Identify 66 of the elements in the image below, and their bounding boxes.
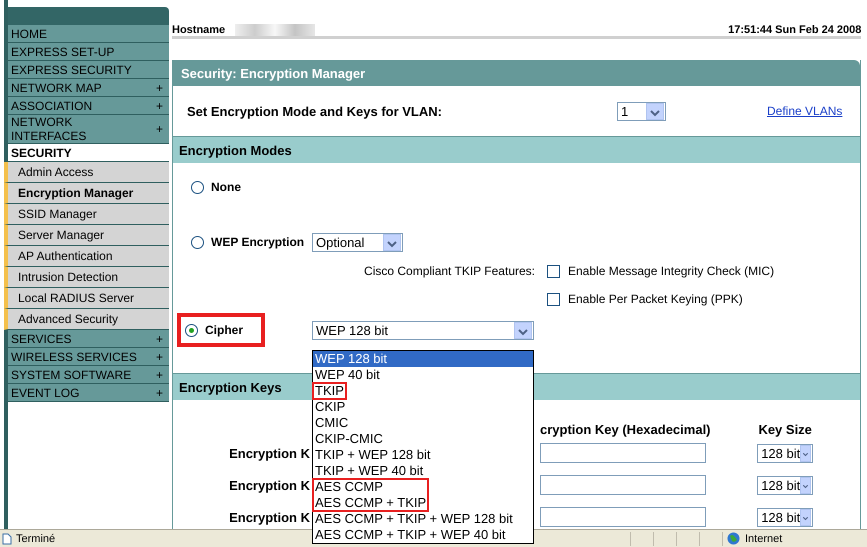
radio-label: WEP Encryption xyxy=(211,235,304,249)
status-text: Terminé xyxy=(16,532,56,544)
dropdown-option[interactable]: AES CCMP + TKIP + WEP 128 bit xyxy=(313,511,533,527)
checkbox[interactable] xyxy=(547,264,560,278)
cipher-select[interactable]: WEP 128 bit xyxy=(312,320,534,340)
radio-button[interactable] xyxy=(185,324,198,336)
key-input-field[interactable] xyxy=(540,443,706,463)
sidebar-subitem[interactable]: SSID Manager xyxy=(4,204,169,225)
sidebar-item[interactable]: EXPRESS SET-UP xyxy=(8,43,169,61)
sidebar-subitem[interactable]: Encryption Manager xyxy=(4,183,169,204)
tkip-features-label: Cisco Compliant TKIP Features: xyxy=(363,264,536,278)
key-input-field[interactable] xyxy=(540,475,706,495)
dropdown-option[interactable]: CMIC xyxy=(313,415,533,431)
radio-option[interactable]: WEP Encryption xyxy=(187,229,308,255)
sidebar-subitem[interactable]: Intrusion Detection xyxy=(4,267,169,288)
radio-option[interactable]: None xyxy=(187,174,245,200)
globe-icon xyxy=(727,532,740,545)
radio-label: None xyxy=(211,180,241,194)
dropdown-option[interactable]: AES CCMP + TKIP + WEP 40 bit xyxy=(313,527,533,543)
column-header: cryption Key (Hexadecimal) xyxy=(540,422,710,437)
checkbox[interactable] xyxy=(547,292,560,306)
key-size-select[interactable]: 128 bit xyxy=(757,476,814,494)
sidebar-subitem[interactable]: Admin Access xyxy=(4,162,169,183)
page-icon xyxy=(2,532,12,544)
dropdown-option[interactable]: CKIP-CMIC xyxy=(313,431,533,447)
checkbox-label: Enable Message Integrity Check (MIC) xyxy=(568,264,774,278)
sidebar-item[interactable]: ASSOCIATION + xyxy=(8,97,169,115)
key-label: Encryption K xyxy=(229,478,310,492)
dropdown-option[interactable]: WEP 128 bit xyxy=(313,351,533,367)
dropdown-option[interactable]: TKIP xyxy=(313,383,346,399)
mode-select[interactable]: Optional xyxy=(312,232,403,252)
column-header: Key Size xyxy=(757,422,813,437)
vlan-label: Set Encryption Mode and Keys for VLAN: xyxy=(187,104,443,118)
key-label: Encryption K xyxy=(229,510,310,524)
sidebar-subitem[interactable]: Advanced Security xyxy=(4,309,169,330)
radio-label: Cipher xyxy=(205,323,244,337)
key-size-select[interactable]: 128 bit xyxy=(757,444,814,462)
radio-button[interactable] xyxy=(191,236,204,248)
dropdown-option[interactable]: TKIP + WEP 40 bit xyxy=(313,463,533,479)
key-label: Encryption K xyxy=(229,446,310,460)
radio-button[interactable] xyxy=(191,180,204,194)
zone-text: Internet xyxy=(745,532,782,544)
dropdown-option[interactable]: AES CCMP + TKIP xyxy=(313,495,428,511)
vlan-select[interactable]: 1 xyxy=(617,102,666,120)
sidebar-item[interactable]: HOME xyxy=(8,25,169,43)
sidebar-item[interactable]: EXPRESS SECURITY xyxy=(8,61,169,79)
sidebar-item[interactable]: EVENT LOG + xyxy=(8,384,169,402)
key-input-field[interactable] xyxy=(540,507,706,527)
checkbox-label: Enable Per Packet Keying (PPK) xyxy=(568,292,743,306)
dropdown-option[interactable]: CKIP xyxy=(313,399,533,415)
sidebar-subitem[interactable]: Local RADIUS Server xyxy=(4,288,169,309)
hostname-label: Hostname xyxy=(172,24,226,36)
key-size-select[interactable]: 128 bit xyxy=(757,508,814,526)
sidebar-item[interactable]: NETWORK MAP + xyxy=(8,79,169,97)
sidebar-item[interactable]: WIRELESS SERVICES + xyxy=(8,348,169,366)
sidebar-item[interactable]: NETWORK INTERFACES + xyxy=(8,115,169,144)
sidebar-item[interactable]: SYSTEM SOFTWARE + xyxy=(8,366,169,384)
sidebar-subitem[interactable]: Server Manager xyxy=(4,225,169,246)
panel-title: Security: Encryption Manager xyxy=(173,60,860,86)
dropdown-option[interactable]: TKIP + WEP 128 bit xyxy=(313,447,533,463)
sidebar-item[interactable]: SERVICES + xyxy=(8,330,169,348)
sidebar-subitem[interactable]: AP Authentication xyxy=(4,246,169,267)
dropdown-option[interactable]: AES CCMP xyxy=(313,479,428,495)
define-vlans-link[interactable]: Define VLANs xyxy=(767,104,842,118)
section-header: Encryption Modes xyxy=(173,136,860,163)
clock-text: 17:51:44 Sun Feb 24 2008 xyxy=(728,24,862,36)
